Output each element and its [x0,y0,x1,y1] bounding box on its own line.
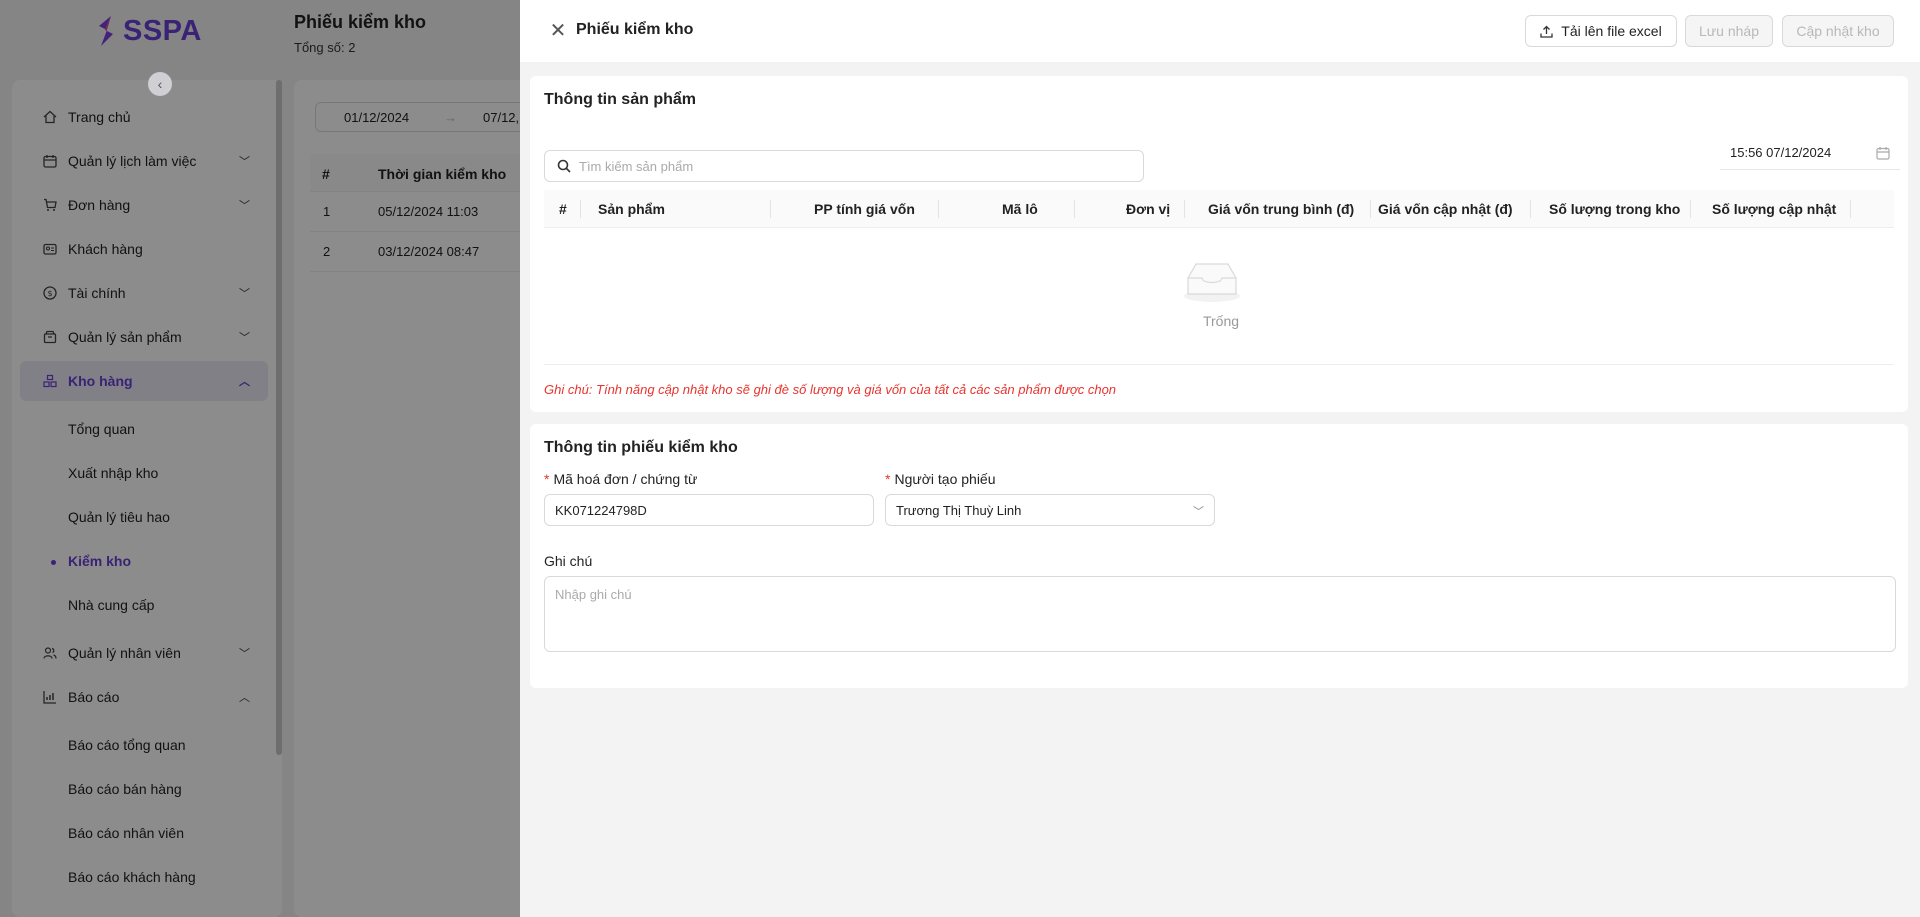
column-header: Số lượng trong kho [1549,201,1681,217]
code-label-text: Mã hoá đơn / chứng từ [553,471,698,487]
required-asterisk: * [544,471,550,487]
datetime-picker[interactable]: 15:56 07/12/2024 [1720,136,1900,170]
update-stock-label: Cập nhật kho [1796,23,1880,39]
note-textarea[interactable]: Nhập ghi chú [544,576,1896,652]
column-divider [1850,200,1851,218]
column-header: Giá vốn trung bình (đ) [1208,201,1355,217]
column-header: Sản phẩm [598,201,665,217]
close-icon[interactable]: ✕ [548,20,568,42]
datetime-value: 15:56 07/12/2024 [1730,145,1832,160]
column-divider [1184,200,1185,218]
calendar-icon [1876,147,1890,160]
column-header: Số lượng cập nhật [1712,201,1837,217]
column-divider [1690,200,1691,218]
search-input[interactable] [579,158,1119,174]
update-stock-button[interactable]: Cập nhật kho [1782,15,1894,47]
invoice-code-field[interactable]: KK071224798D [544,494,874,526]
column-divider [770,200,771,218]
column-header: PP tính giá vốn [814,201,915,217]
receipt-info-title: Thông tin phiếu kiểm kho [544,439,738,456]
column-divider [580,200,581,218]
note-field-label: Ghi chú [544,553,593,569]
search-icon [557,159,571,173]
drawer-header: ✕ Phiếu kiểm kho Tải lên file excel Lưu … [520,0,1920,62]
creator-value: Trương Thị Thuỳ Linh [896,502,1022,518]
column-divider [1370,200,1371,218]
upload-icon [1540,25,1553,38]
empty-inbox-icon [1184,263,1240,302]
sidebar-collapse-button[interactable]: ‹ [148,72,172,96]
product-table-header: # Sản phẩm PP tính giá vốn Mã lô Đơn vị … [544,190,1894,228]
code-field-label: * Mã hoá đơn / chứng từ [544,471,697,487]
upload-excel-label: Tải lên file excel [1561,23,1662,39]
product-search[interactable] [544,150,1144,182]
divider [544,364,1894,365]
creator-field-label: * Người tạo phiếu [885,471,996,487]
chevron-down-icon: ﹀ [1193,506,1204,518]
column-divider [1074,200,1075,218]
column-header: Đơn vị [1126,201,1171,217]
column-header: # [559,201,567,217]
column-header: Mã lô [1002,201,1038,217]
column-divider [938,200,939,218]
product-info-card: Thông tin sản phẩm 15:56 07/12/2024 # Sả… [530,76,1908,412]
stock-check-drawer: ✕ Phiếu kiểm kho Tải lên file excel Lưu … [520,0,1920,917]
update-warning-note: Ghi chú: Tính năng cập nhật kho sẽ ghi đ… [544,382,1117,397]
upload-excel-button[interactable]: Tải lên file excel [1525,15,1677,47]
invoice-code-value: KK071224798D [555,502,647,518]
product-info-title: Thông tin sản phẩm [544,91,696,108]
creator-label-text: Người tạo phiếu [894,471,996,487]
save-draft-button[interactable]: Lưu nháp [1685,15,1773,47]
empty-state-text: Trống [1202,313,1240,329]
column-divider [1530,200,1531,218]
save-draft-label: Lưu nháp [1699,23,1759,39]
column-header: Giá vốn cập nhật (đ) [1378,201,1513,217]
note-placeholder: Nhập ghi chú [555,587,632,602]
receipt-info-card: Thông tin phiếu kiểm kho * Mã hoá đơn / c… [530,424,1908,688]
creator-select[interactable]: Trương Thị Thuỳ Linh ﹀ [885,494,1215,526]
drawer-title: Phiếu kiểm kho [576,21,694,38]
required-asterisk: * [885,471,891,487]
